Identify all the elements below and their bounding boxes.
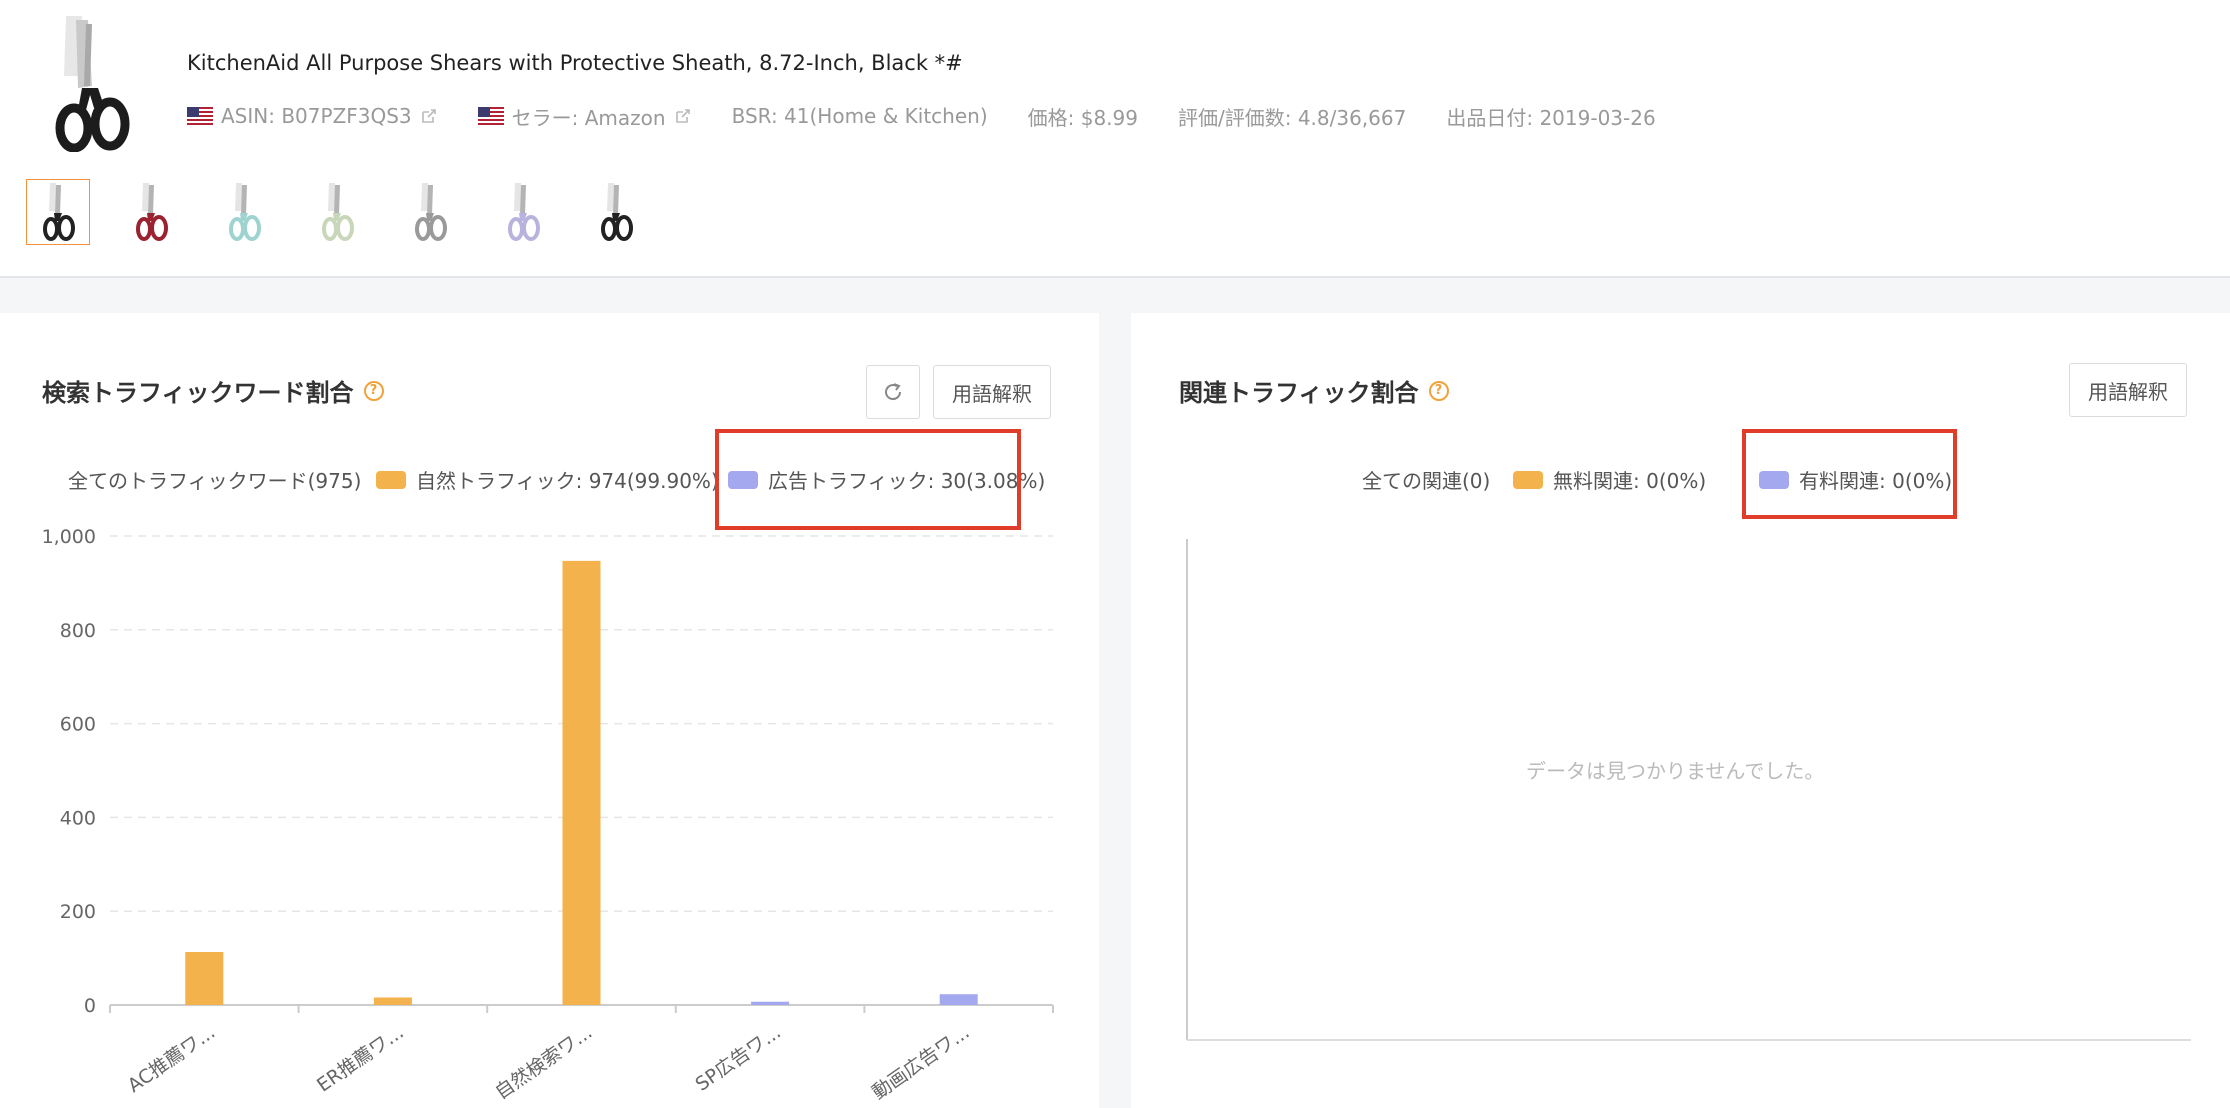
x-tick-label: 動画広告ワ... xyxy=(868,1021,973,1104)
related-traffic-panel: 関連トラフィック割合 ? 用語解釈 全ての関連(0) 無料関連: 0(0%) 有… xyxy=(1131,313,2230,1108)
bar-organic xyxy=(562,560,601,1005)
variant-thumbnail[interactable] xyxy=(212,179,276,245)
y-tick-label: 800 xyxy=(60,620,96,642)
shears-thumbnail-icon xyxy=(322,183,354,241)
seller-item: セラー: Amazon xyxy=(477,102,692,131)
y-tick-label: 400 xyxy=(60,807,96,829)
product-title: KitchenAid All Purpose Shears with Prote… xyxy=(187,51,963,75)
shears-thumbnail-icon xyxy=(415,183,447,241)
variant-thumbnail[interactable] xyxy=(398,179,462,245)
shears-thumbnail-icon xyxy=(508,183,540,241)
shears-thumbnail-icon xyxy=(136,183,168,241)
product-main-image[interactable] xyxy=(48,16,138,152)
empty-message: データは見つかりませんでした。 xyxy=(1526,759,1825,783)
search-traffic-panel: 検索トラフィックワード割合 ? 用語解釈 全てのトラフィックワード(975) 自… xyxy=(0,313,1099,1108)
y-tick-label: 200 xyxy=(60,901,96,923)
traffic-bar-chart: 0 200 400 600 800 1,000 AC推薦ワ... ER推薦ワ... 自然検索ワ.… xyxy=(42,526,1054,1104)
shears-thumbnail-icon xyxy=(601,183,633,241)
x-tick-label: 自然検索ワ... xyxy=(491,1021,596,1104)
variant-thumbnail[interactable] xyxy=(305,179,369,245)
bar-organic xyxy=(373,997,412,1005)
rating-item: 評価/評価数: 4.8/36,667 xyxy=(1178,105,1407,130)
x-tick-label: SP広告ワ... xyxy=(692,1021,785,1096)
product-meta: ASIN: B07PZF3QS3 セラー: Amazon BSR: 41(Hom… xyxy=(187,102,1696,130)
bar-organic xyxy=(185,952,224,1005)
variant-thumbnail[interactable] xyxy=(584,179,648,245)
listing-date-item: 出品日付: 2019-03-26 xyxy=(1446,105,1656,130)
seller-text: セラー: Amazon xyxy=(511,105,666,130)
empty-chart-area xyxy=(1186,539,2191,1041)
external-link-icon[interactable] xyxy=(420,107,438,125)
bar-ads xyxy=(751,1001,790,1005)
shears-thumbnail-icon xyxy=(229,183,261,241)
external-link-icon[interactable] xyxy=(674,107,692,125)
price-item: 価格: $8.99 xyxy=(1027,105,1138,130)
variant-thumbnail[interactable] xyxy=(26,179,90,245)
y-tick-label: 0 xyxy=(84,995,96,1017)
us-flag-icon xyxy=(477,107,504,125)
variant-thumbnail[interactable] xyxy=(119,179,183,245)
variant-thumbnails xyxy=(26,178,677,246)
variant-thumbnail[interactable] xyxy=(491,179,555,245)
y-tick-label: 1,000 xyxy=(42,526,96,548)
us-flag-icon xyxy=(187,107,213,125)
shears-thumbnail-icon xyxy=(43,183,75,241)
asin-item: ASIN: B07PZF3QS3 xyxy=(187,104,438,128)
bsr-item: BSR: 41(Home & Kitchen) xyxy=(731,104,988,128)
bar-ads xyxy=(939,994,978,1005)
y-tick-label: 600 xyxy=(60,714,96,736)
product-header: KitchenAid All Purpose Shears with Prote… xyxy=(0,0,2230,278)
asin-text: ASIN: B07PZF3QS3 xyxy=(221,104,412,128)
x-tick-label: ER推薦ワ... xyxy=(313,1021,408,1097)
x-tick-label: AC推薦ワ... xyxy=(124,1021,219,1097)
